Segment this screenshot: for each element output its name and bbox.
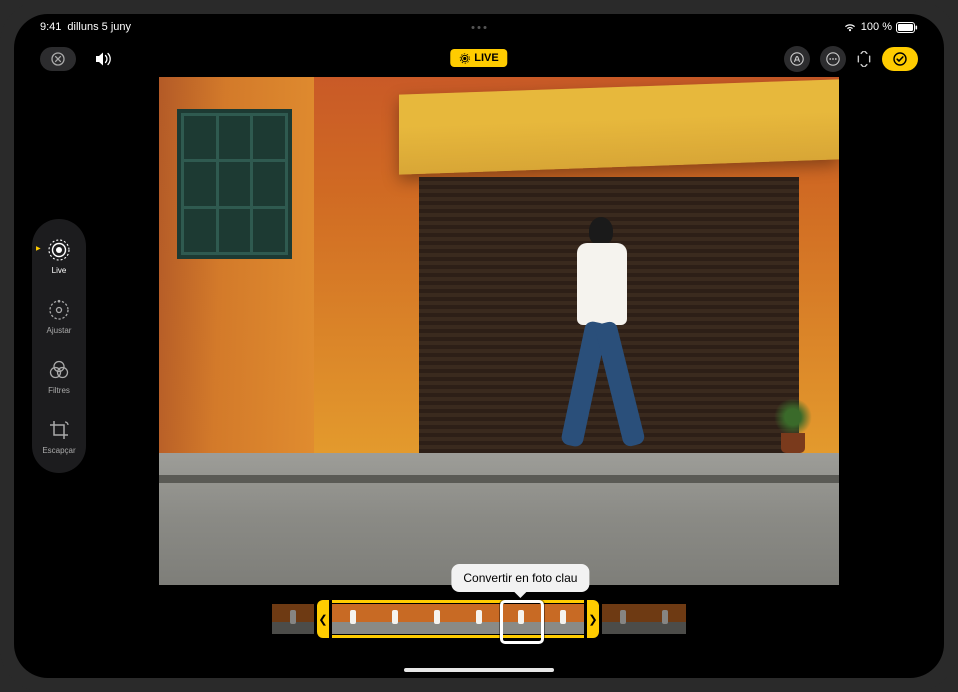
volume-button[interactable] <box>94 51 114 67</box>
cancel-button[interactable] <box>40 47 76 71</box>
filmstrip-after <box>602 604 686 634</box>
filmstrip-frame[interactable] <box>458 604 500 634</box>
tool-crop[interactable]: Escapçar <box>42 417 75 455</box>
multitask-dots[interactable] <box>472 26 487 29</box>
screen: 9:41 dilluns 5 juny 100 % <box>14 14 944 678</box>
trim-handle-start[interactable]: ❮ <box>317 600 329 638</box>
fullscreen-button[interactable] <box>856 51 872 67</box>
adjust-tool-icon <box>46 297 72 323</box>
expand-icon <box>856 51 872 67</box>
close-circle-icon <box>51 52 65 66</box>
live-tool-icon <box>46 237 72 263</box>
tool-live[interactable]: Live <box>46 237 72 275</box>
edit-toolbar: LIVE <box>14 42 944 76</box>
tool-adjust-label: Ajustar <box>47 326 72 335</box>
tool-crop-label: Escapçar <box>42 446 75 455</box>
photo-viewport[interactable] <box>134 78 864 584</box>
filmstrip-frame[interactable] <box>374 604 416 634</box>
edit-mode-rail: Live Ajustar Filtres Escapçar <box>32 219 86 473</box>
trim-handle-end[interactable]: ❯ <box>587 600 599 638</box>
markup-icon <box>790 52 804 66</box>
filmstrip-frame[interactable] <box>332 604 374 634</box>
done-button[interactable] <box>882 47 918 71</box>
filters-tool-icon <box>46 357 72 383</box>
checkmark-circle-icon <box>893 52 907 66</box>
tool-adjust[interactable]: Ajustar <box>46 297 72 335</box>
status-left: 9:41 dilluns 5 juny <box>40 21 131 33</box>
status-right: 100 % <box>843 21 918 33</box>
live-photo-badge[interactable]: LIVE <box>450 49 507 67</box>
filmstrip-frame[interactable] <box>644 604 686 634</box>
filmstrip-before <box>272 604 314 634</box>
filmstrip-frame[interactable] <box>542 604 584 634</box>
ellipsis-circle-icon <box>826 52 840 66</box>
filmstrip-frame[interactable] <box>602 604 644 634</box>
status-date: dilluns 5 juny <box>67 21 131 33</box>
more-button[interactable] <box>820 46 846 72</box>
device-frame: 9:41 dilluns 5 juny 100 % <box>0 0 958 692</box>
status-bar: 9:41 dilluns 5 juny 100 % <box>14 14 944 36</box>
filmstrip-frame[interactable] <box>500 604 542 634</box>
live-icon <box>459 53 470 64</box>
photo-content <box>159 77 839 585</box>
trim-region[interactable] <box>332 600 584 638</box>
speaker-icon <box>94 51 114 67</box>
tool-filters[interactable]: Filtres <box>46 357 72 395</box>
crop-tool-icon <box>46 417 72 443</box>
live-photo-filmstrip[interactable]: ❮ ❯ <box>272 600 686 638</box>
tool-live-label: Live <box>52 266 67 275</box>
wifi-icon <box>843 22 857 32</box>
battery-icon <box>896 22 918 33</box>
home-indicator[interactable] <box>404 668 554 672</box>
tooltip-label: Convertir en foto clau <box>463 571 577 585</box>
make-key-photo-button[interactable]: Convertir en foto clau <box>451 564 589 592</box>
filmstrip-frame[interactable] <box>416 604 458 634</box>
filmstrip-frame[interactable] <box>272 604 314 634</box>
status-time: 9:41 <box>40 21 61 33</box>
battery-percent: 100 % <box>861 21 892 33</box>
live-badge-label: LIVE <box>474 52 498 64</box>
markup-button[interactable] <box>784 46 810 72</box>
tool-filters-label: Filtres <box>48 386 70 395</box>
